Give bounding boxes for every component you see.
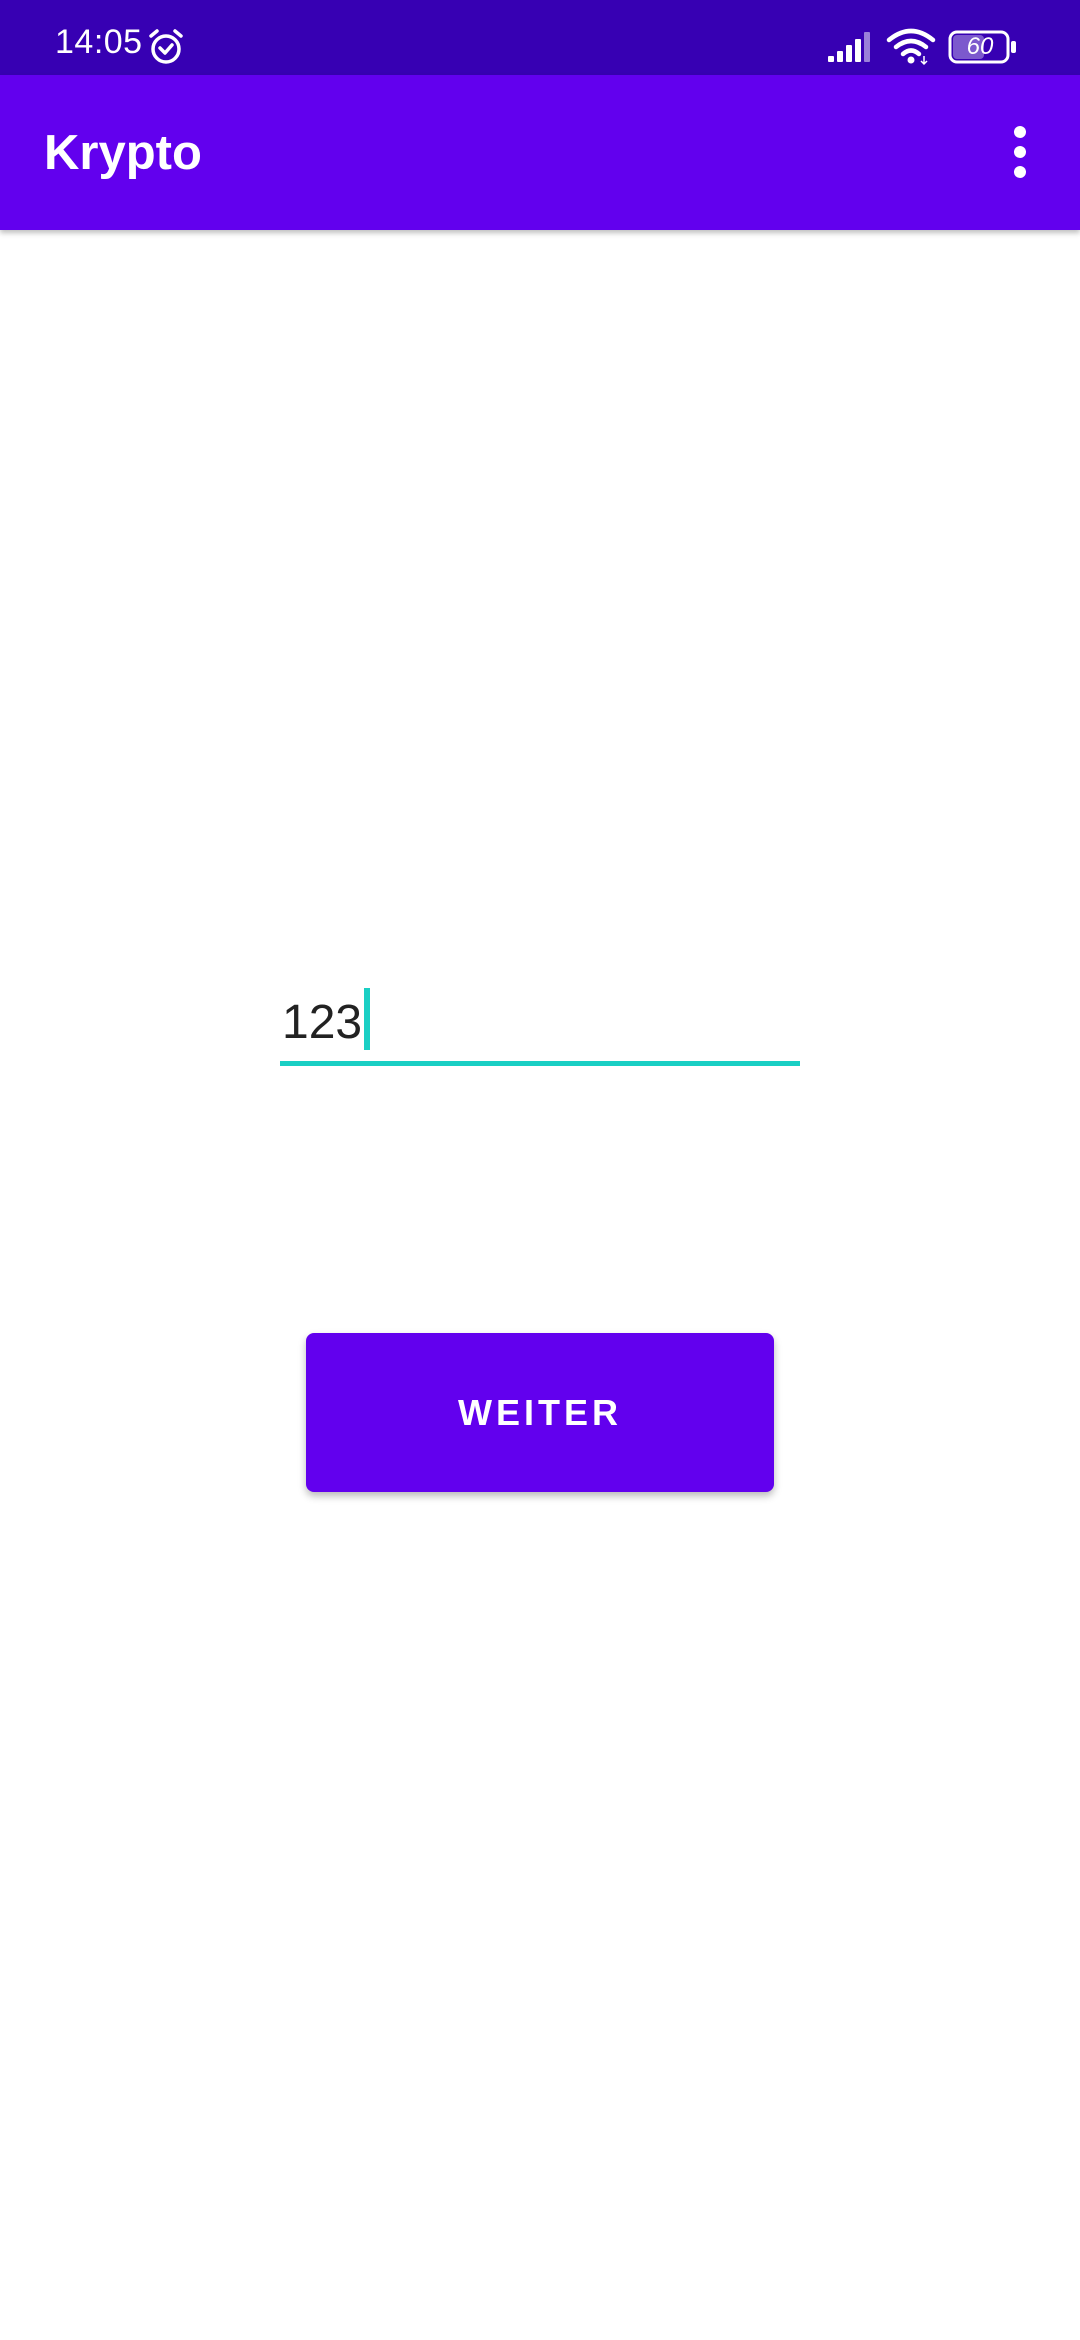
input-underline bbox=[280, 1061, 800, 1066]
text-cursor bbox=[364, 988, 371, 1050]
status-bar: 14:05 60 bbox=[0, 0, 1080, 75]
signal-icon bbox=[828, 32, 870, 62]
code-input-value: 123 bbox=[282, 996, 363, 1049]
code-input-container[interactable]: 123 bbox=[280, 985, 800, 1066]
app-title: Krypto bbox=[44, 126, 202, 180]
alarm-icon bbox=[149, 29, 183, 64]
code-input[interactable]: 123 bbox=[282, 985, 371, 1061]
app-bar: Krypto bbox=[0, 75, 1080, 230]
overflow-menu-icon[interactable] bbox=[1000, 122, 1040, 182]
status-time: 14:05 bbox=[55, 23, 143, 61]
weiter-button[interactable]: WEITER bbox=[306, 1333, 774, 1492]
battery-level: 60 bbox=[966, 33, 994, 60]
wifi-icon bbox=[886, 28, 936, 66]
